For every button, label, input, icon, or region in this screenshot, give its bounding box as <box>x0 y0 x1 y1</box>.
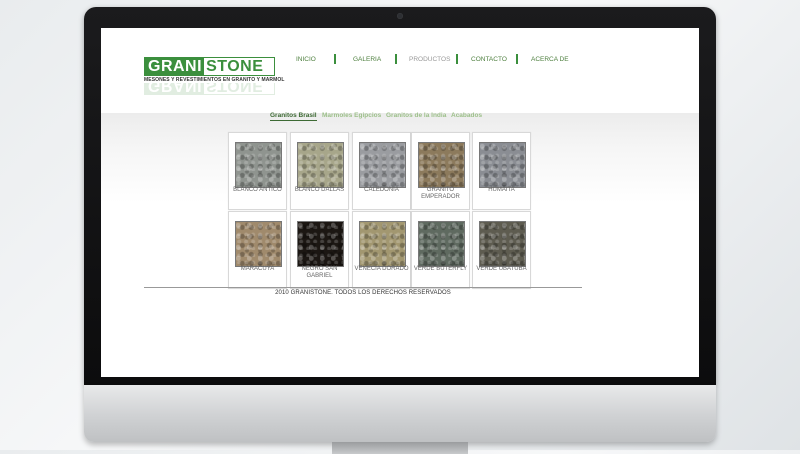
product-name: VENECIA DORADO <box>354 266 409 272</box>
product-thumbnail[interactable] <box>297 142 344 188</box>
product-thumbnail[interactable] <box>359 142 406 188</box>
product-name: CALEDONIA <box>364 187 399 193</box>
logo-text-grani: GRANI <box>145 58 205 75</box>
product-name: VERDE BUTERFLY <box>413 266 468 272</box>
monitor-stand <box>332 442 468 454</box>
nav-separator <box>516 54 518 64</box>
nav-separator <box>395 54 397 64</box>
product-thumbnail[interactable] <box>297 221 344 267</box>
product-thumbnail[interactable] <box>235 221 282 267</box>
product-name: MARACUYA <box>240 266 275 272</box>
product-thumbnail[interactable] <box>418 142 465 188</box>
product-card[interactable]: CALEDONIA <box>352 132 411 210</box>
product-card[interactable]: MARACUYA <box>228 211 287 289</box>
product-thumbnail[interactable] <box>479 142 526 188</box>
product-card[interactable]: HUMAITA <box>472 132 531 210</box>
logo-text-stone: STONE <box>204 58 264 75</box>
nav-contacto[interactable]: CONTACTO <box>471 56 507 63</box>
nav-productos[interactable]: PRODUCTOS <box>409 56 450 63</box>
monitor-bezel: GRANI STONE MESONES Y REVESTIMIENTOS EN … <box>84 7 716 385</box>
product-thumbnail[interactable] <box>235 142 282 188</box>
footer-divider <box>144 287 582 288</box>
product-name: GRANITO EMPERADOR <box>421 187 460 200</box>
nav-separator <box>334 54 336 64</box>
website-screen: GRANI STONE MESONES Y REVESTIMIENTOS EN … <box>101 28 699 377</box>
product-thumbnail[interactable] <box>418 221 465 267</box>
product-thumbnail[interactable] <box>479 221 526 267</box>
footer-copyright: 2010 GRANISTONE. TODOS LOS DERECHOS RESE… <box>275 290 451 296</box>
product-card[interactable]: GRANITO EMPERADOR <box>411 132 470 210</box>
product-card[interactable]: VERDE UBATUBA <box>472 211 531 289</box>
monitor: GRANI STONE MESONES Y REVESTIMIENTOS EN … <box>84 7 716 454</box>
subtab-acabados[interactable]: Acabados <box>451 112 482 119</box>
product-name: VERDE UBATUBA <box>476 266 527 272</box>
nav-separator <box>456 54 458 64</box>
product-card[interactable]: BLANCO DALLAS <box>290 132 349 210</box>
subtab-granitos-india[interactable]: Granitos de la India <box>386 112 446 119</box>
subtab-marmoles-egipcios[interactable]: Marmoles Egipcios <box>322 112 381 119</box>
camera-icon <box>397 13 403 19</box>
nav-inicio[interactable]: INICIO <box>296 56 316 63</box>
granistone-logo[interactable]: GRANI STONE MESONES Y REVESTIMIENTOS EN … <box>144 57 284 83</box>
logo-reflection: GRANI STONE <box>144 83 275 95</box>
nav-acerca-de[interactable]: ACERCA DE <box>531 56 569 63</box>
product-name: HUMAITA <box>488 187 515 193</box>
product-card[interactable]: VENECIA DORADO <box>352 211 411 289</box>
product-thumbnail[interactable] <box>359 221 406 267</box>
product-name: NEGRO SAN GABRIEL <box>301 266 338 279</box>
subtab-granitos-brasil[interactable]: Granitos Brasil <box>270 112 317 121</box>
product-card[interactable]: VERDE BUTERFLY <box>411 211 470 289</box>
monitor-chin <box>84 385 716 442</box>
product-card[interactable]: NEGRO SAN GABRIEL <box>290 211 349 289</box>
product-name: BLANCO DALLAS <box>294 187 345 193</box>
nav-galeria[interactable]: GALERIA <box>353 56 381 63</box>
product-name: BLANCO ANTICO <box>233 187 282 193</box>
product-card[interactable]: BLANCO ANTICO <box>228 132 287 210</box>
